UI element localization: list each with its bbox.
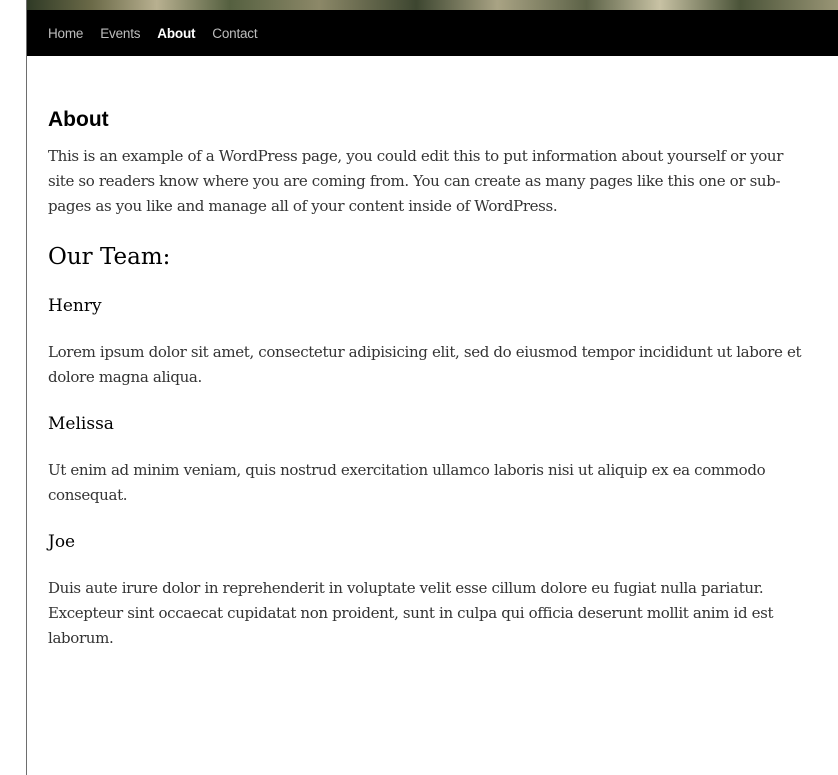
team-member-henry: Henry Lorem ipsum dolor sit amet, consec… [48,294,808,390]
nav-item-contact[interactable]: Contact [212,26,257,41]
team-member-name: Melissa [48,414,114,434]
nav-item-home[interactable]: Home [48,26,83,41]
team-member-melissa: Melissa Ut enim ad minim veniam, quis no… [48,412,808,508]
team-member-joe: Joe Duis aute irure dolor in reprehender… [48,530,808,651]
team-member-bio: Lorem ipsum dolor sit amet, consectetur … [48,343,802,386]
main-navigation: Home Events About Contact [27,10,838,56]
header-image-strip [27,0,838,10]
page-content: About This is an example of a WordPress … [48,106,808,651]
nav-item-events[interactable]: Events [100,26,140,41]
team-heading: Our Team: [48,244,171,270]
nav-item-about[interactable]: About [157,26,195,41]
intro-paragraph: This is an example of a WordPress page, … [48,147,784,215]
page-frame: Home Events About Contact About This is … [26,0,838,775]
team-member-bio: Duis aute irure dolor in reprehenderit i… [48,579,774,647]
team-member-name: Joe [48,532,76,552]
team-member-bio: Ut enim ad minim veniam, quis nostrud ex… [48,461,766,504]
page-title: About [48,108,109,131]
team-member-name: Henry [48,296,102,316]
